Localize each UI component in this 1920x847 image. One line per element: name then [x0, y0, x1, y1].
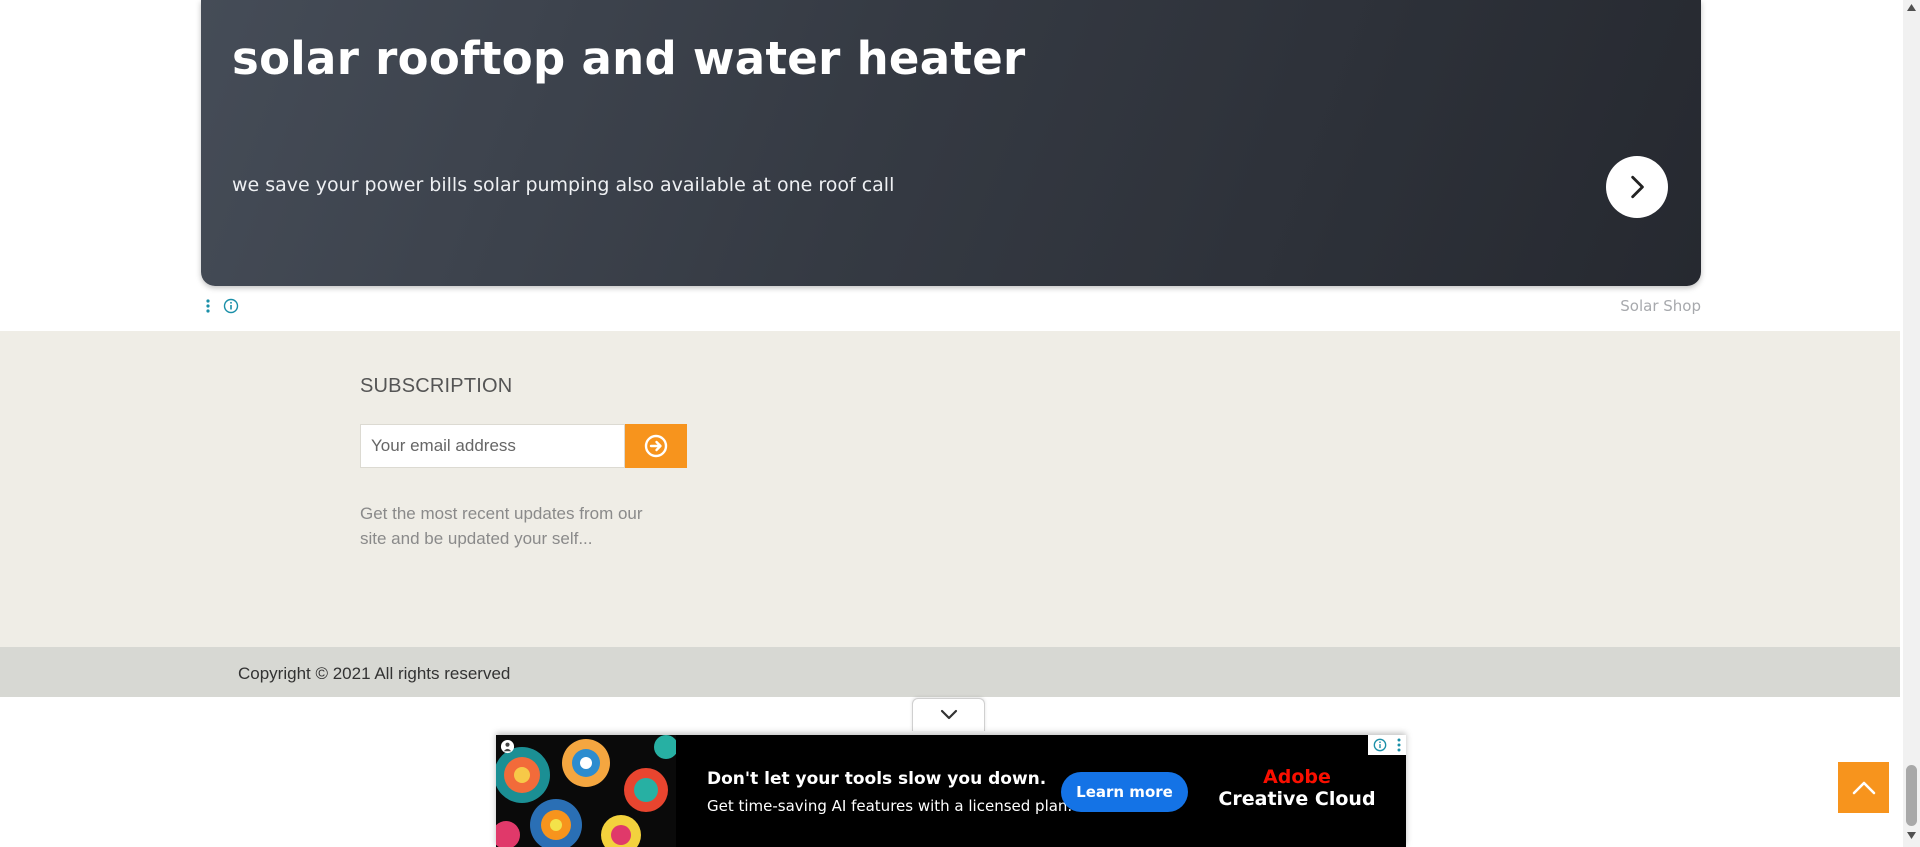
subscription-description: Get the most recent updates from our sit…	[360, 504, 643, 548]
collapse-ad-button[interactable]	[912, 698, 985, 731]
ad-choices-controls[interactable]	[1368, 735, 1406, 755]
floral-pattern-image	[496, 735, 676, 847]
subscribe-button[interactable]	[625, 424, 687, 468]
ad-info-icon[interactable]	[223, 298, 239, 314]
scroll-up-arrow-icon[interactable]	[1907, 4, 1916, 11]
scrollbar-thumb[interactable]	[1906, 765, 1917, 826]
bottom-sticky-ad[interactable]: Don't let your tools slow you down. Get …	[496, 735, 1406, 847]
subscription-heading: SUBSCRIPTION	[360, 375, 513, 397]
promo-ad-title: solar rooftop and water heater	[232, 32, 1026, 85]
copyright-bar: Copyright © 2021 All rights reserved	[0, 647, 1900, 697]
scroll-down-arrow-icon[interactable]	[1907, 832, 1916, 839]
bottom-ad-body: Get time-saving AI features with a licen…	[707, 797, 1073, 815]
chevron-right-icon	[1631, 175, 1644, 199]
brand-name-line1: Adobe	[1263, 766, 1331, 788]
chevron-up-icon	[1852, 781, 1875, 794]
promo-ad-sponsor[interactable]: Solar Shop	[1620, 297, 1701, 315]
footer-subscription-section: SUBSCRIPTION Get the most recent updates…	[0, 331, 1900, 647]
copyright-text: Copyright © 2021 All rights reserved	[238, 664, 511, 683]
promo-ad-subtitle: we save your power bills solar pumping a…	[232, 174, 895, 196]
ad-privacy-icon[interactable]	[500, 739, 515, 754]
bottom-ad-headline: Don't let your tools slow you down.	[707, 769, 1047, 789]
promo-ad-arrow-button[interactable]	[1606, 156, 1668, 218]
promo-ad-meta: Solar Shop	[201, 297, 1701, 317]
chevron-down-icon	[940, 709, 957, 720]
brand-name-line2: Creative Cloud	[1218, 788, 1376, 810]
learn-more-button[interactable]: Learn more	[1061, 772, 1188, 812]
ad-options-icon[interactable]	[206, 299, 210, 313]
scroll-to-top-button[interactable]	[1838, 762, 1889, 813]
ad-options-icon[interactable]	[1397, 738, 1401, 752]
circle-arrow-right-icon	[644, 434, 668, 458]
promo-ad-banner[interactable]: solar rooftop and water heater we save y…	[201, 0, 1701, 286]
ad-info-icon[interactable]	[1373, 738, 1387, 752]
page-scrollbar[interactable]	[1903, 0, 1920, 847]
email-input[interactable]	[360, 424, 625, 468]
